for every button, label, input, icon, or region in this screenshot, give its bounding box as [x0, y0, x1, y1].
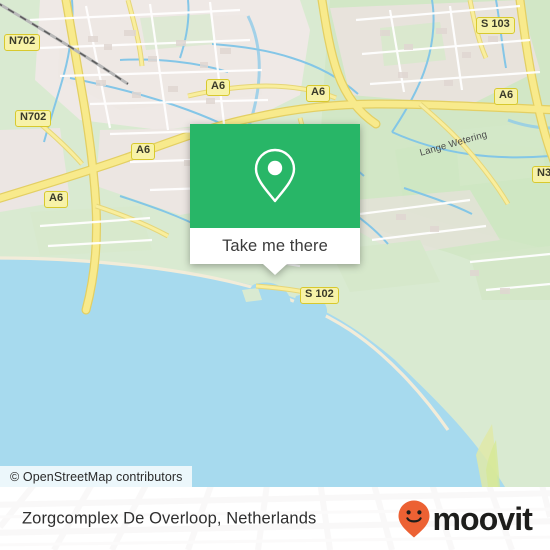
moovit-wordmark: moovit: [432, 500, 533, 537]
map-popup-card[interactable]: Take me there: [190, 124, 360, 275]
popup-pointer: [263, 264, 287, 275]
take-me-there-label: Take me there: [222, 236, 328, 255]
footer-bar: Zorgcomplex De Overloop, Netherlands moo…: [0, 487, 550, 550]
moovit-logo[interactable]: moovit: [397, 499, 533, 539]
road-shield: A6: [494, 88, 519, 105]
road-shield: S 103: [476, 17, 515, 34]
take-me-there-button[interactable]: Take me there: [190, 228, 360, 264]
road-shield: S 102: [300, 287, 339, 304]
map-attribution[interactable]: © OpenStreetMap contributors: [0, 466, 192, 487]
road-shield: N702: [4, 34, 41, 51]
popup-header: [190, 124, 360, 228]
road-shield: N3: [532, 166, 550, 183]
road-shield: A6: [306, 85, 331, 102]
place-name: Zorgcomplex De Overloop, Netherlands: [22, 509, 317, 527]
road-shield: N702: [15, 110, 52, 127]
road-shield: A6: [44, 191, 69, 208]
map-canvas[interactable]: N702 N702 A6 A6 A6 S 103 A6 A6 N3 S 102 …: [0, 0, 550, 487]
road-shield: A6: [131, 143, 156, 160]
road-shield: A6: [206, 79, 231, 96]
moovit-map-screenshot: N702 N702 A6 A6 A6 S 103 A6 A6 N3 S 102 …: [0, 0, 550, 550]
moovit-pin-icon: [398, 500, 429, 537]
attribution-text: © OpenStreetMap contributors: [10, 469, 183, 484]
map-pin-icon: [254, 148, 296, 203]
